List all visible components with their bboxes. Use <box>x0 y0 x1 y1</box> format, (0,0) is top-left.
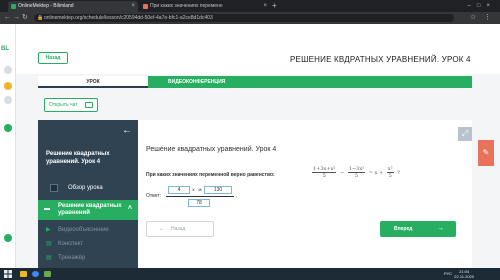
back-button[interactable]: Назад <box>38 52 68 64</box>
fullscreen-icon[interactable]: ⤢ <box>458 127 472 141</box>
lesson-tabs: УРОК ВИДЕОКОНФЕРЕНЦИЯ <box>38 76 472 88</box>
clock-date: 22.11.2020 <box>454 274 474 279</box>
notes-icon: ▤ <box>46 241 52 247</box>
play-icon: ▶ <box>46 227 51 233</box>
language-indicator[interactable]: РУС <box>444 268 452 280</box>
fraction-denominator: 5 <box>388 173 392 179</box>
answer-input-1[interactable]: 4 <box>168 186 190 194</box>
sidebar-subitem-label: Тренажёр <box>58 255 86 261</box>
close-tab-icon[interactable]: × <box>131 1 135 12</box>
nav-dot-icon[interactable] <box>4 96 12 104</box>
browser-tab-active[interactable]: OnlineMektep - Bilimland × <box>8 1 138 12</box>
chat-icon <box>85 102 93 108</box>
question-mark: ? <box>397 170 400 176</box>
taskbar-clock[interactable]: 21:04 22.11.2020 <box>454 268 474 279</box>
equation-rhs: = x + <box>368 170 384 176</box>
lesson-sidebar: ← Решение квадратных уравнений. Урок 4 О… <box>38 120 138 268</box>
site-favicon-icon <box>143 4 148 9</box>
address-bar[interactable]: 🔒 onlinemektep.org/schedule/lesson/c2059… <box>34 14 454 22</box>
sidebar-title: Решение квадратных уравнений. Урок 4 <box>46 151 110 165</box>
sidebar-item-label: Обзор урока <box>68 185 103 191</box>
minus-sign: − <box>339 170 345 176</box>
nav-dot-icon[interactable] <box>4 234 12 242</box>
collapse-arrow-icon[interactable]: ← <box>122 126 132 136</box>
fraction-numerator: 1−3x² <box>347 166 366 173</box>
file-explorer-icon[interactable] <box>20 271 27 277</box>
site-favicon-icon <box>11 4 16 9</box>
fraction-denominator: 5 <box>354 173 359 179</box>
nav-dot-icon[interactable] <box>4 82 12 90</box>
browser-tab-label: При каких значениях переменн <box>150 3 223 9</box>
overview-icon <box>50 184 58 192</box>
arrow-right-icon: → <box>437 225 444 232</box>
sidebar-subitem-trainer[interactable]: ▤ Тренажёр <box>38 252 138 264</box>
fraction-numerator: x² <box>386 166 394 173</box>
browser-tabbar: OnlineMektep - Bilimland × При каких зна… <box>0 0 500 12</box>
close-tab-icon[interactable]: × <box>263 1 267 12</box>
answer-variable: x <box>192 187 195 193</box>
feedback-icon: ✎ <box>482 148 490 157</box>
sidebar-item-active-section[interactable]: ▬ Решение квадратных уравнений ˄ <box>38 200 138 220</box>
sidebar-subitem-label: Конспект <box>58 241 84 247</box>
next-label: Вперед <box>394 226 413 232</box>
fraction-3: x² 5 <box>386 166 394 179</box>
star-icon[interactable]: ☆ <box>470 12 476 24</box>
fraction-numerator: 1+3x+x² <box>312 166 337 173</box>
app-left-strip: BL <box>0 24 16 268</box>
back-arrow-icon[interactable]: ← <box>4 12 11 24</box>
page-header <box>16 24 500 74</box>
sidebar-item-overview[interactable]: Обзор урока <box>38 182 138 194</box>
sidebar-item-label: Решение квадратных уравнений <box>58 203 122 216</box>
tab-videoconference[interactable]: ВИДЕОКОНФЕРЕНЦИЯ <box>148 76 472 88</box>
browser-tab-label: OnlineMektep - Bilimland <box>18 3 74 9</box>
bilimland-logo: BL <box>1 46 9 52</box>
answer-comma: , <box>236 193 238 199</box>
forward-arrow-icon[interactable]: → <box>13 12 20 24</box>
chevron-up-icon[interactable]: ˄ <box>128 205 132 212</box>
browser-tab-inactive[interactable]: При каких значениях переменн × <box>140 1 270 12</box>
tab-lesson[interactable]: УРОК <box>38 76 148 88</box>
answer-fraction-bar <box>166 196 234 197</box>
arrow-left-icon: ← <box>159 226 165 232</box>
taskbar-app-icon[interactable] <box>44 271 51 277</box>
chrome-icon[interactable] <box>32 271 39 277</box>
next-button[interactable]: Вперед → <box>380 221 456 237</box>
answer-input-3[interactable]: 78 <box>188 199 210 207</box>
plus-minus-sign: ± <box>198 187 203 193</box>
sidebar-subitem-notes[interactable]: ▤ Конспект <box>38 238 138 250</box>
nav-dot-icon[interactable] <box>4 66 12 74</box>
lesson-content <box>138 120 472 268</box>
answer-label: Ответ: <box>146 193 162 199</box>
windows-start-icon[interactable] <box>4 270 12 278</box>
fraction-1: 1+3x+x² 5 <box>312 166 337 179</box>
feedback-tab[interactable]: ✎ <box>478 140 494 166</box>
nav-dot-icon[interactable] <box>4 124 12 132</box>
url-text: onlinemektep.org/schedule/lesson/c20594d… <box>44 15 213 21</box>
previous-label: Назад <box>171 226 186 232</box>
answer-input-2[interactable]: 130 <box>204 186 232 194</box>
open-chat-button[interactable]: Открыть чат <box>44 98 98 112</box>
sidebar-subitem-video[interactable]: ▶ Видеообъяснение <box>38 224 138 236</box>
question-text: При каких значениях переменной верно рав… <box>146 172 275 178</box>
menu-icon[interactable]: ⋮ <box>484 12 491 24</box>
browser-toolbar: ← → ↻ 🔒 onlinemektep.org/schedule/lesson… <box>0 12 500 24</box>
reload-icon[interactable]: ↻ <box>22 12 28 24</box>
trainer-icon: ▤ <box>46 255 52 261</box>
lesson-title: Решение квадратных уравнений. Урок 4 <box>146 146 277 153</box>
page-title: РЕШЕНИЕ КВДРАТНЫХ УРАВНЕНИЙ. УРОК 4 <box>290 55 471 64</box>
open-chat-label: Открыть чат <box>49 102 78 108</box>
section-icon: ▬ <box>44 206 50 212</box>
sidebar-subitem-label: Видеообъяснение <box>58 227 109 233</box>
window-controls[interactable]: –□× <box>468 0 496 12</box>
lock-icon: 🔒 <box>37 15 44 21</box>
previous-button[interactable]: ← Назад <box>146 221 214 237</box>
fraction-denominator: 5 <box>322 173 326 179</box>
os-taskbar: РУС 21:04 22.11.2020 <box>0 268 500 280</box>
equation: 1+3x+x² 5 − 1−3x² 5 = x + x² 5 ? <box>310 166 400 179</box>
new-tab-icon[interactable]: + <box>272 0 277 12</box>
fraction-2: 1−3x² 5 <box>347 166 366 179</box>
